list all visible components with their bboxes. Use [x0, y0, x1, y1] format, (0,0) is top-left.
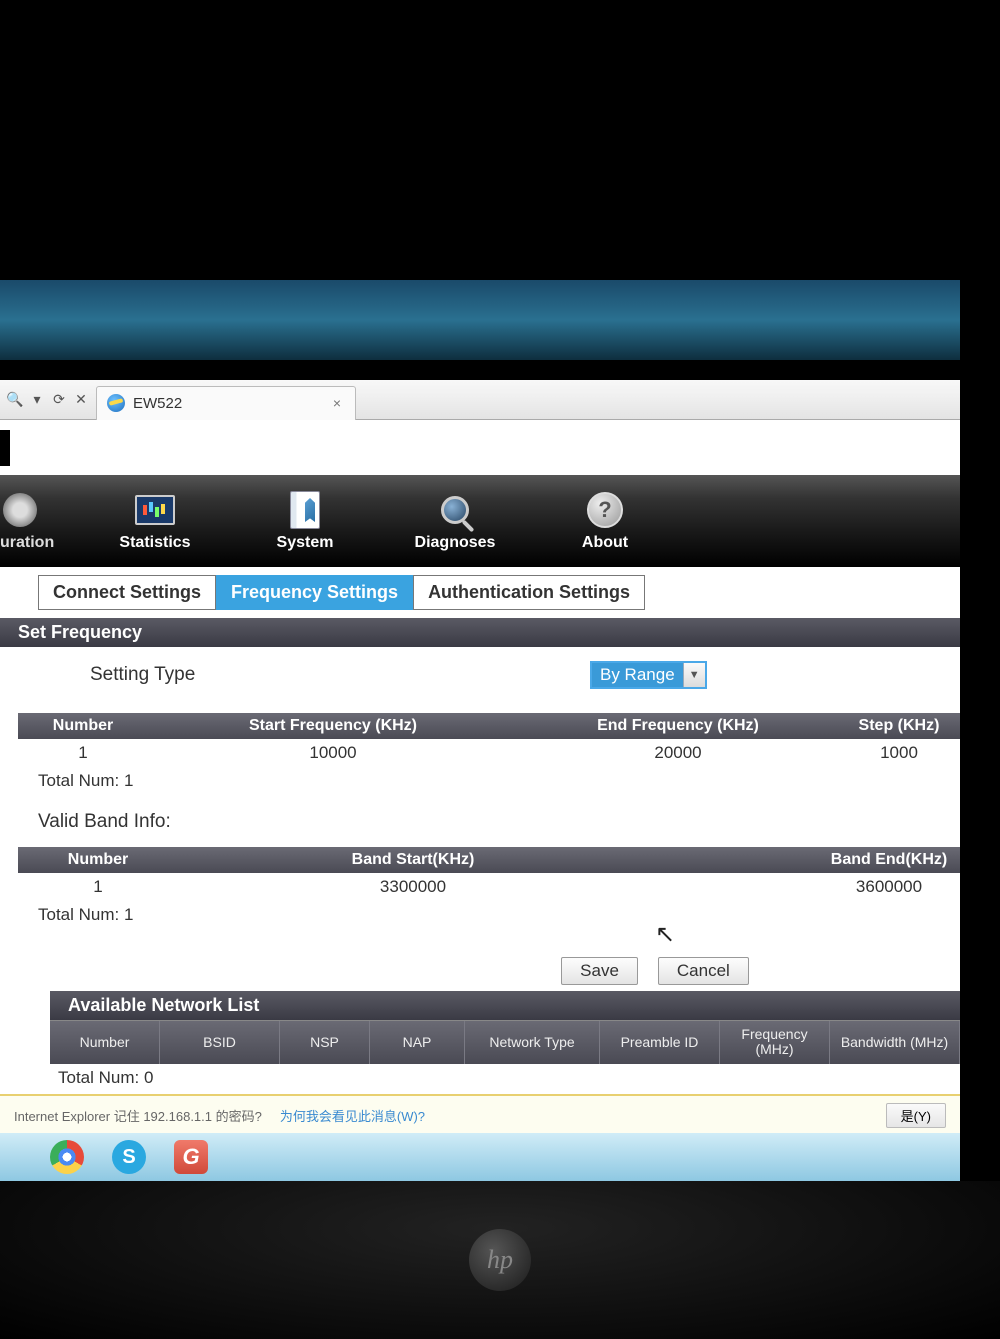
refresh-icon[interactable]: ⟳ [50, 391, 68, 409]
magnifier-icon [441, 496, 469, 524]
nav-label: Statistics [119, 534, 190, 552]
section-available-network: Available Network List [50, 991, 960, 1020]
search-icon[interactable]: 🔍 [6, 391, 24, 409]
cell-number: 1 [18, 873, 178, 901]
chevron-down-icon: ▼ [683, 663, 705, 687]
freq-total: Total Num: 1 [0, 767, 960, 801]
save-button[interactable]: Save [561, 957, 638, 985]
dropdown-icon[interactable]: ▾ [28, 391, 46, 409]
ie-yes-button[interactable]: 是(Y) [886, 1103, 946, 1128]
brand-logo [0, 430, 10, 466]
col-band-start: Band Start(KHz) [178, 847, 648, 873]
tab-authentication-settings[interactable]: Authentication Settings [413, 575, 645, 610]
tab-title: EW522 [133, 395, 182, 412]
laptop-bezel: hp [0, 1181, 1000, 1339]
tab-close-icon[interactable]: × [329, 395, 345, 411]
skype-icon[interactable]: S [112, 1140, 146, 1174]
nav-about[interactable]: ? About [530, 475, 680, 567]
col-frequency: Frequency (MHz) [720, 1021, 830, 1064]
ie-icon [107, 394, 125, 412]
col-band-end: Band End(KHz) [818, 847, 960, 873]
ie-faq-link[interactable]: 为何我会看见此消息(W)? [280, 1106, 425, 1125]
cell-start: 10000 [148, 739, 518, 767]
ie-password-bar: Internet Explorer 记住 192.168.1.1 的密码? 为何… [0, 1094, 960, 1134]
col-number: Number [50, 1021, 160, 1064]
chart-monitor-icon [135, 495, 175, 525]
browser-tab[interactable]: EW522 × [96, 386, 356, 420]
nav-configuration[interactable]: uration [0, 475, 80, 567]
window-titlebar [0, 280, 960, 360]
valid-band-label: Valid Band Info: [0, 801, 960, 847]
tab-frequency-settings[interactable]: Frequency Settings [216, 575, 413, 610]
col-bandwidth: Bandwidth (MHz) [830, 1021, 960, 1064]
network-total: Total Num: 0 [0, 1064, 960, 1098]
setting-type-label: Setting Type [90, 664, 590, 686]
cell-number: 1 [18, 739, 148, 767]
frequency-table: Number Start Frequency (KHz) End Frequen… [0, 713, 960, 767]
logo-bar [0, 420, 960, 475]
cancel-button[interactable]: Cancel [658, 957, 749, 985]
col-spacer [648, 847, 818, 873]
app-icon[interactable]: G [174, 1140, 208, 1174]
gear-icon [3, 493, 37, 527]
mouse-cursor-icon: ↖ [655, 920, 675, 949]
nav-statistics[interactable]: Statistics [80, 475, 230, 567]
col-preamble-id: Preamble ID [600, 1021, 720, 1064]
browser-toolbar: 🔍 ▾ ⟳ ✕ EW522 × [0, 380, 960, 420]
cell-step: 1000 [838, 739, 960, 767]
select-value: By Range [592, 663, 683, 687]
nav-label: About [582, 534, 628, 552]
cell-band-end: 3600000 [818, 873, 960, 901]
col-number: Number [18, 713, 148, 739]
nav-diagnoses[interactable]: Diagnoses [380, 475, 530, 567]
section-set-frequency: Set Frequency [0, 618, 960, 647]
col-bsid: BSID [160, 1021, 280, 1064]
question-icon: ? [587, 492, 623, 528]
band-total: Total Num: 1 [0, 901, 960, 935]
cell-band-start: 3300000 [178, 873, 648, 901]
chrome-icon[interactable] [50, 1140, 84, 1174]
table-row: 1 10000 20000 1000 [18, 739, 960, 767]
col-start-freq: Start Frequency (KHz) [148, 713, 518, 739]
windows-taskbar: S G [0, 1133, 960, 1181]
ie-prompt-text: Internet Explorer 记住 192.168.1.1 的密码? [14, 1106, 262, 1125]
table-row: 1 3300000 3600000 [18, 873, 960, 901]
nav-label: Diagnoses [415, 534, 496, 552]
col-end-freq: End Frequency (KHz) [518, 713, 838, 739]
network-table-head: Number BSID NSP NAP Network Type Preambl… [50, 1020, 960, 1064]
cell-end: 20000 [518, 739, 838, 767]
col-network-type: Network Type [465, 1021, 600, 1064]
stop-icon[interactable]: ✕ [72, 391, 90, 409]
col-nap: NAP [370, 1021, 465, 1064]
app-content: uration Statistics System Diagnoses ? Ab… [0, 420, 960, 1119]
nav-system[interactable]: System [230, 475, 380, 567]
col-number: Number [18, 847, 178, 873]
valid-band-table: Number Band Start(KHz) Band End(KHz) 1 3… [0, 847, 960, 901]
main-nav: uration Statistics System Diagnoses ? Ab… [0, 475, 960, 567]
hp-logo-icon: hp [469, 1229, 531, 1291]
nav-label: uration [0, 534, 54, 552]
col-nsp: NSP [280, 1021, 370, 1064]
col-step: Step (KHz) [838, 713, 960, 739]
tab-connect-settings[interactable]: Connect Settings [38, 575, 216, 610]
notebook-icon [290, 491, 320, 529]
sub-tab-bar: Connect Settings Frequency Settings Auth… [0, 567, 960, 618]
setting-type-select[interactable]: By Range ▼ [590, 661, 707, 689]
nav-label: System [277, 534, 334, 552]
